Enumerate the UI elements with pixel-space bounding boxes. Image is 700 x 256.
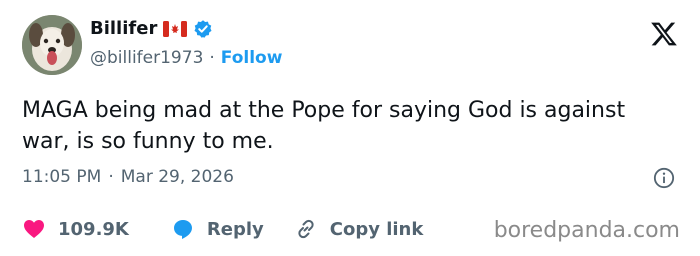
tweet-date: Mar 29, 2026 [120,167,234,187]
x-logo-icon[interactable] [650,20,678,48]
tweet-text: MAGA being mad at the Pope for saying Go… [22,98,626,154]
avatar[interactable] [22,15,82,75]
like-button[interactable]: 109.9K [22,217,129,241]
reply-bubble-icon [173,220,192,239]
canada-flag-icon [163,20,188,37]
author-display-name[interactable]: Billifer [90,18,157,39]
avatar-dog-photo [22,15,82,75]
author-handle[interactable]: @billifer1973 [90,48,203,68]
author-name-row: Billifer [90,18,213,39]
heart-icon [24,220,44,238]
copy-link-button[interactable]: Copy link [294,217,424,241]
timestamp-separator: · [108,167,114,187]
boredpanda-watermark: boredpanda.com [493,218,680,243]
handle-separator: · [209,48,215,68]
reply-label: Reply [206,218,264,240]
link-icon [298,219,314,239]
likes-count: 109.9K [58,218,129,240]
info-icon[interactable] [653,167,675,189]
verified-badge-icon [194,19,212,38]
reply-button[interactable]: Reply [171,217,264,241]
tweet-timestamp[interactable]: 11:05 PM · Mar 29, 2026 [22,167,234,187]
follow-button[interactable]: Follow [221,48,283,68]
copy-link-label: Copy link [329,218,424,240]
tweet-time: 11:05 PM [22,167,102,187]
author-handle-row: @billifer1973 · Follow [90,48,282,68]
action-bar: 109.9K Reply Copy link [22,217,423,241]
